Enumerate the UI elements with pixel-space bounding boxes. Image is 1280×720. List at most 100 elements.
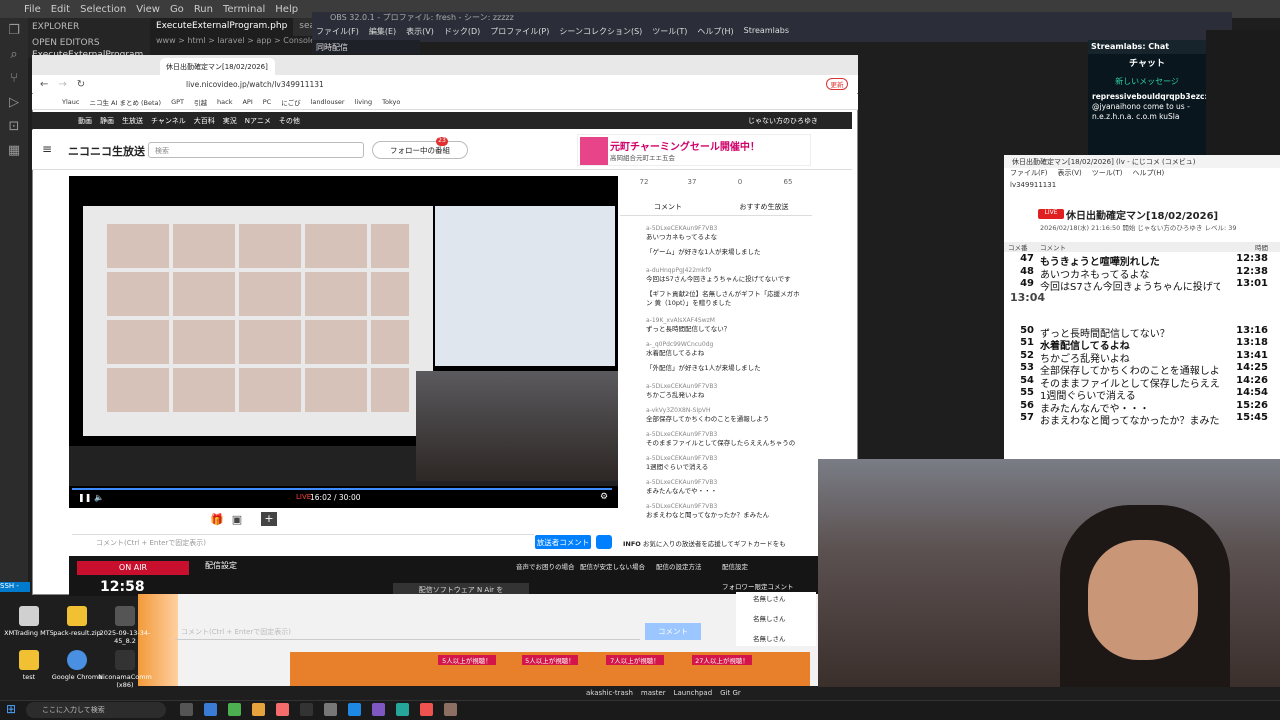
bookmark[interactable]: にごび	[281, 97, 300, 107]
volume-icon[interactable]: 🔈	[94, 493, 104, 502]
bookmark[interactable]: API	[242, 98, 252, 106]
comment-item[interactable]: a-5DLxeCEKAun9F7VB3 ちかごろ乱発いよね	[646, 382, 806, 400]
nav-item[interactable]: 実況	[223, 116, 237, 126]
nav-item[interactable]: 生放送	[122, 116, 143, 126]
column-time[interactable]: 時間	[1220, 242, 1268, 252]
comment-item[interactable]: a-5DLxeCEKAun9F7VB3 1週間ぐらいで消える	[646, 454, 806, 472]
nav-item[interactable]: チャンネル	[151, 116, 186, 126]
explorer-icon[interactable]: ❐	[0, 18, 28, 42]
bookmark[interactable]: Tokyo	[382, 98, 400, 106]
menu-run[interactable]: Run	[194, 4, 213, 15]
viewer-comment-row[interactable]: 【ギフト貢献2位】名無しさんがギフト「応援メガホン 黄（10pt）」を贈りました…	[1004, 291, 1045, 305]
remote-icon[interactable]: ⊡	[0, 114, 28, 138]
comment-item[interactable]: a-5DLxeCEKAun9F7VB3 まみたんなんでや・・・	[646, 478, 806, 496]
menu-terminal[interactable]: Terminal	[223, 4, 265, 15]
taskbar-app-icon[interactable]	[300, 703, 313, 716]
comment-item[interactable]: a-5DLxeCEKAun9F7VB3 そのままファイルとして保存したらええんちゃ…	[646, 430, 806, 448]
menu-view[interactable]: View	[136, 4, 160, 15]
nav-item[interactable]: 動画	[78, 116, 92, 126]
taskbar-app-icon[interactable]	[396, 703, 409, 716]
back-icon[interactable]: ←	[40, 79, 48, 90]
taskbar-app-icon[interactable]	[228, 703, 241, 716]
comment-item[interactable]: 「外配信」が好きな1人が来場しました	[646, 364, 806, 373]
following-programs-button[interactable]: フォロー中の番組	[372, 141, 468, 159]
emoji-icon[interactable]	[596, 535, 612, 549]
taskbar-app-icon[interactable]	[372, 703, 385, 716]
taskbar-app-icon[interactable]	[444, 703, 457, 716]
obs-menu-item[interactable]: Streamlabs	[744, 26, 789, 40]
comment-item[interactable]: 「ゲーム」が好きな1人が来場しました	[646, 248, 806, 257]
tab-comments[interactable]: コメント	[620, 202, 716, 215]
nav-item[interactable]: Nアニメ	[245, 116, 271, 126]
forward-icon[interactable]: →	[58, 79, 66, 90]
user-name[interactable]: じゃない方のひろゆき	[748, 116, 818, 126]
follower-only-toggle[interactable]: フォロワー限定コメント	[722, 581, 794, 591]
nav-item[interactable]: 大百科	[194, 116, 215, 126]
obs-menu-item[interactable]: ヘルプ(H)	[697, 26, 733, 40]
git-item[interactable]: Git Gr	[720, 689, 741, 697]
viewer-menu-item[interactable]: ツール(T)	[1092, 168, 1123, 179]
nav-item[interactable]: 静画	[100, 116, 114, 126]
taskbar-app-icon[interactable]	[324, 703, 337, 716]
bookmark[interactable]: PC	[263, 98, 271, 106]
column-num[interactable]: コメ番	[1004, 242, 1040, 252]
menu-edit[interactable]: Edit	[51, 4, 70, 15]
comment-item[interactable]: a-duHnqpPgJ422mkf9 今回はS7さん今回きょうちゃんに投げてないで…	[646, 266, 806, 284]
bookmark[interactable]: GPT	[171, 98, 184, 106]
extensions-icon[interactable]: ▦	[0, 138, 28, 162]
desktop-icon[interactable]: 2025-09-13-34-45_8.2	[96, 606, 154, 645]
comment-input[interactable]: コメント(Ctrl + Enterで固定表示)	[72, 534, 534, 550]
bookmark[interactable]: ニコ生 AI まとめ (Beta)	[89, 97, 161, 107]
obs-menu-item[interactable]: 編集(E)	[369, 26, 396, 40]
search-icon[interactable]: ⌕	[0, 42, 28, 66]
comment-item[interactable]: a-5DLxeCEKAun9F7VB3 あいつカネもってるよな	[646, 224, 806, 242]
reload-icon[interactable]: ↻	[77, 79, 85, 90]
gift-icon[interactable]: 🎁	[209, 513, 225, 527]
menu-help[interactable]: Help	[275, 4, 298, 15]
search-input[interactable]: 検索	[148, 142, 364, 158]
viewer-menu-item[interactable]: ファイル(F)	[1010, 168, 1048, 179]
obs-menu-item[interactable]: 表示(V)	[406, 26, 434, 40]
menu-go[interactable]: Go	[170, 4, 184, 15]
broadcaster-comment-button[interactable]: 放送者コメント	[535, 535, 591, 549]
obs-dock-tab[interactable]: 同時配信	[312, 40, 420, 54]
taskbar-app-icon[interactable]	[252, 703, 265, 716]
comment-item[interactable]: a-_q0Pdc99WCncu0dg 水着配信してるよね	[646, 340, 806, 358]
obs-menu-item[interactable]: プロファイル(P)	[490, 26, 549, 40]
comment-item[interactable]: a-vkVy3Z0X8N-SIpVH 全部保存してかちくわのことを通報しよう	[646, 406, 806, 424]
update-button[interactable]: 更新	[826, 78, 848, 90]
taskbar-app-icon[interactable]	[276, 703, 289, 716]
open-editors-label[interactable]: OPEN EDITORS	[32, 38, 146, 48]
gift-box-icon[interactable]: ▣	[229, 513, 245, 527]
obs-menu-item[interactable]: ファイル(F)	[316, 26, 359, 40]
run-debug-icon[interactable]: ▷	[0, 90, 28, 114]
bookmark[interactable]: Ylauc	[62, 98, 79, 106]
viewer-menu-item[interactable]: ヘルプ(H)	[1133, 168, 1165, 179]
bookmark[interactable]: landlouser	[311, 98, 345, 106]
obs-menu-item[interactable]: シーンコレクション(S)	[559, 26, 642, 40]
seek-bar[interactable]	[72, 488, 612, 490]
help-setup-link[interactable]: 配信の設定方法	[656, 561, 702, 571]
desktop-icon[interactable]: NiconamaComm (x86)	[96, 650, 154, 689]
comment-item[interactable]: a-5DLxeCEKAun9F7VB3 おまえわなと聞ってなかったか？まみたん	[646, 502, 806, 520]
tab-recommended[interactable]: おすすめ生放送	[716, 202, 812, 215]
git-item[interactable]: Launchpad	[674, 689, 713, 697]
bookmark[interactable]: 引越	[194, 97, 207, 107]
nav-item[interactable]: その他	[279, 116, 300, 126]
bookmark[interactable]: living	[355, 98, 373, 106]
nico-logo[interactable]: ニコニコ生放送	[68, 143, 145, 159]
info-text[interactable]: お気に入りの放送者を応援してギフトカードをも	[643, 540, 786, 548]
editor-tab[interactable]: ExecuteExternalProgram.php	[150, 18, 294, 36]
pause-icon[interactable]: ❚❚	[78, 493, 91, 502]
column-comment[interactable]: コメント	[1040, 242, 1220, 252]
taskbar-app-icon[interactable]	[180, 703, 193, 716]
help-unstable-link[interactable]: 配信が安定しない場合	[580, 561, 645, 571]
windows-start-icon[interactable]: ⊞	[6, 702, 20, 716]
bookmark[interactable]: hack	[217, 98, 232, 106]
comment-item[interactable]: a-19K_xvAlsXAF4SwzM ずっと長時間配信してない？	[646, 316, 806, 334]
hamburger-menu-icon[interactable]: ≡	[42, 142, 52, 156]
remote-status[interactable]: SSH -	[0, 582, 30, 592]
settings-gear-icon[interactable]: ⚙	[600, 492, 608, 502]
taskbar-search[interactable]: ここに入力して検索	[26, 702, 166, 718]
taskbar-app-icon[interactable]	[204, 703, 217, 716]
